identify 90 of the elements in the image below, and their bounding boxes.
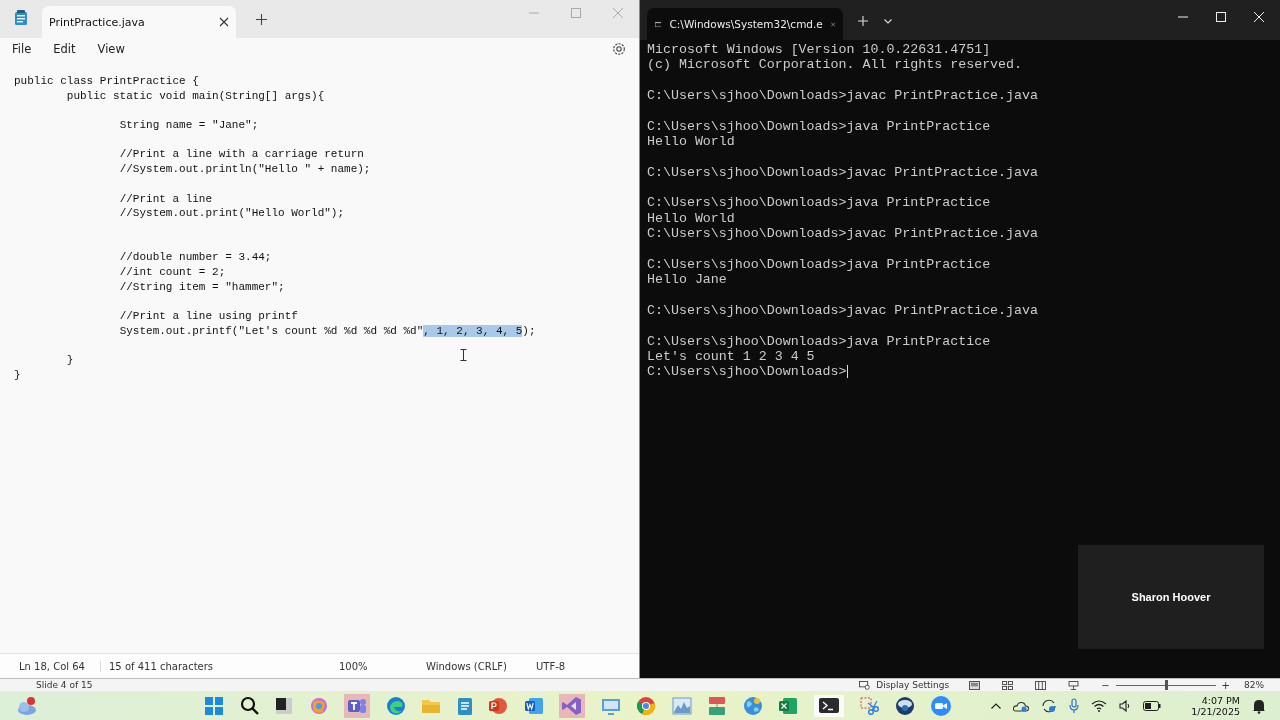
zoom-percent[interactable]: 82%	[1244, 680, 1264, 690]
console-line: C:\Users\sjhoo\Downloads>javac PrintPractice.java	[647, 88, 1038, 104]
new-tab-icon[interactable]	[256, 14, 267, 25]
scissors-icon[interactable]	[859, 695, 879, 716]
code-line: //System.out.print("Hello World");	[118, 207, 345, 220]
code-line: //String item = "hammer";	[118, 280, 285, 293]
clock-time[interactable]: 4:07 PM	[1201, 694, 1240, 706]
selected-text: , 1, 2, 3, 4, 5	[423, 324, 523, 337]
status-text: Windows (CRLF)	[426, 660, 508, 672]
code-line: public class PrintPractice {	[14, 75, 199, 87]
slide-sorter-icon[interactable]	[1002, 680, 1014, 690]
code-line: //double number = 3.44;	[118, 251, 272, 264]
microphone-icon[interactable]	[1069, 697, 1080, 714]
word-icon[interactable]	[523, 695, 544, 716]
chevron-up-icon[interactable]	[991, 702, 1002, 709]
console-line: Hello World	[647, 210, 735, 227]
console-prompt: C:\Users\sjhoo\Downloads>	[647, 364, 847, 380]
code-line: }	[14, 368, 21, 381]
console-line: Hello Jane	[647, 272, 727, 288]
file-tab[interactable]: PrintPractice.java	[42, 6, 236, 38]
console-line: C:\Users\sjhoo\Downloads>java PrintPractice	[647, 195, 991, 211]
code-line: System.out.printf("Let's count %d %d %d %d %d"	[118, 324, 424, 337]
console-line: Microsoft Windows [Version 10.0.22631.4751]	[647, 42, 991, 58]
battery-icon[interactable]	[1143, 700, 1162, 711]
code-line: //Print a line using printf	[118, 310, 298, 322]
visual-studio-icon[interactable]	[559, 693, 585, 718]
teams-icon[interactable]	[344, 693, 370, 718]
console-line: Hello World	[647, 134, 735, 150]
excel-icon[interactable]	[778, 695, 798, 716]
display-settings-button[interactable]: Display Settings	[876, 680, 950, 690]
terminal-tab[interactable]: C:\Windows\System32\cmd.e	[647, 8, 843, 40]
chart-icon[interactable]	[671, 696, 692, 715]
slide-counter: Slide 4 of 15	[36, 680, 93, 690]
console-line: C:\Users\sjhoo\Downloads>java PrintPractice	[647, 118, 991, 135]
clock-date[interactable]: 1/21/2025	[1191, 705, 1240, 717]
reading-view-icon[interactable]	[1035, 680, 1047, 690]
slideshow-icon[interactable]	[1068, 680, 1080, 690]
code-line: //Print a line with a carriage return	[118, 148, 364, 161]
menu-item[interactable]: View	[97, 42, 125, 56]
dropdown-icon[interactable]	[884, 19, 892, 24]
chrome-icon[interactable]	[636, 695, 656, 716]
zoom-slider[interactable]	[1115, 680, 1216, 690]
start-icon[interactable]	[204, 695, 224, 716]
bell-icon[interactable]	[1252, 697, 1266, 714]
notepad-icon[interactable]	[456, 695, 473, 716]
notepad-icon	[14, 10, 28, 26]
zoom-in-button[interactable]: +	[1221, 679, 1230, 691]
cloud-icon[interactable]	[1013, 699, 1030, 712]
console-line: Let's count 1 2 3 4 5	[647, 348, 815, 365]
text-cursor-icon	[846, 365, 848, 379]
text-cursor-icon	[460, 349, 467, 361]
code-line: public static void main(String[] args){	[65, 89, 325, 102]
task-view-icon[interactable]	[275, 696, 293, 715]
tab-title: PrintPractice.java	[49, 15, 145, 29]
status-text: 100%	[339, 660, 369, 672]
status-text: 15 of 411 characters	[109, 660, 215, 672]
search-icon[interactable]	[239, 695, 260, 716]
menu-item[interactable]: File	[12, 42, 32, 56]
code-line: );	[522, 324, 536, 337]
wifi-icon[interactable]	[1091, 699, 1108, 712]
menu-item[interactable]: Edit	[53, 42, 76, 56]
terminal-icon[interactable]	[813, 694, 844, 717]
console-line: C:\Users\sjhoo\Downloads>javac PrintPractice.java	[647, 164, 1038, 181]
console-line: C:\Users\sjhoo\Downloads>java PrintPractice	[647, 333, 991, 349]
code-line: //int count = 2;	[118, 265, 226, 278]
code-line: //System.out.println("Hello " + name);	[118, 163, 371, 176]
status-text: Ln 18, Col 64	[19, 660, 101, 672]
sphere-icon[interactable]	[894, 695, 915, 716]
code-line: String name = "Jane";	[118, 119, 259, 132]
tab-title: C:\Windows\System32\cmd.e	[669, 18, 823, 30]
normal-view-icon[interactable]	[969, 680, 981, 690]
close-icon[interactable]	[219, 17, 229, 27]
sync-icon[interactable]	[1041, 697, 1058, 714]
status-text: UTF-8	[536, 660, 566, 672]
powerpoint-icon[interactable]	[488, 695, 508, 716]
participant-name: Sharon Hoover	[1131, 591, 1211, 603]
zoom-out-button[interactable]: −	[1101, 679, 1110, 691]
console-line: C:\Users\sjhoo\Downloads>javac PrintPractice.java	[647, 226, 1038, 242]
weather-icon[interactable]	[16, 695, 38, 716]
code-line: //Print a line	[118, 192, 213, 205]
settings-icon[interactable]	[612, 42, 626, 56]
console-line: C:\Users\sjhoo\Downloads>java PrintPractice	[647, 256, 991, 273]
console-line: (c) Microsoft Corporation. All rights reserved.	[647, 57, 1023, 73]
volume-icon[interactable]	[1119, 699, 1132, 712]
code-line: }	[65, 354, 74, 367]
globe-icon[interactable]	[742, 695, 763, 716]
zoom-app-icon[interactable]	[930, 694, 952, 717]
edge-icon[interactable]	[385, 695, 406, 716]
copilot-icon[interactable]	[308, 695, 329, 716]
console-line: C:\Users\sjhoo\Downloads>javac PrintPractice.java	[647, 302, 1038, 319]
